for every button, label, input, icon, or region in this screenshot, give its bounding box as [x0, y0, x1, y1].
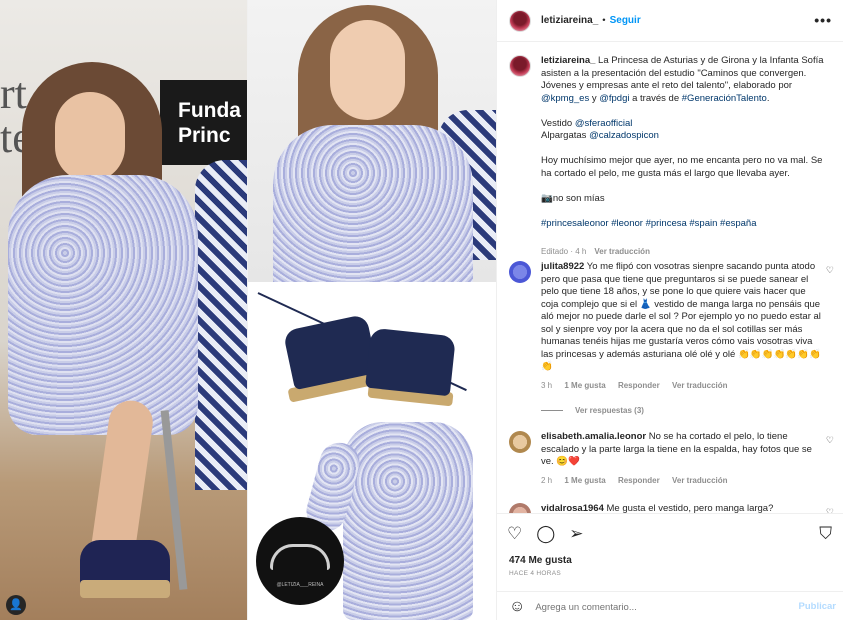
post-panel: letiziareina_ • Seguir ••• letiziareina_… — [496, 0, 843, 620]
banner-text: Funda Princ — [178, 99, 241, 147]
caption-username[interactable]: letiziareina_ — [541, 55, 595, 66]
separator-dot: • — [602, 15, 606, 26]
see-translation-link[interactable]: Ver traducción — [594, 247, 650, 256]
mention-link[interactable]: @sferaofficial — [575, 118, 633, 129]
comment-username[interactable]: vidalrosa1964 — [541, 503, 604, 513]
comment-avatar[interactable] — [509, 503, 531, 513]
translate-button[interactable]: Ver traducción — [672, 381, 728, 390]
person-right — [195, 160, 247, 490]
avatar[interactable] — [509, 9, 531, 32]
follow-button[interactable]: Seguir — [610, 15, 641, 26]
caption-meta: Editado · 4 h Ver traducción — [541, 247, 650, 256]
comments-scroll[interactable]: letiziareina_ La Princesa de Asturias y … — [497, 43, 843, 513]
edited-label: Editado · 4 h — [541, 247, 587, 256]
comment-meta: 3 h 1 Me gusta Responder Ver traducción — [541, 381, 738, 390]
action-icons: ♡ ◯ ➢ — [507, 522, 584, 546]
comment-time: 3 h — [541, 381, 553, 390]
like-comment-icon[interactable]: ♡ — [826, 265, 834, 276]
comment-text: elisabeth.amalia.leonor No se ha cortado… — [541, 431, 823, 469]
post-time: HACE 4 HORAS — [509, 570, 562, 577]
view-replies-label: Ver respuestas (3) — [575, 406, 644, 415]
mention-link[interactable]: @fpdgi — [599, 93, 629, 104]
likes-count[interactable]: 474 Me gusta — [509, 555, 572, 566]
reply-button[interactable]: Responder — [618, 381, 660, 390]
comment-likes[interactable]: 1 Me gusta — [564, 381, 605, 390]
post-actions: ♡ ◯ ➢ ⛉ 474 Me gusta HACE 4 HORAS ☺ Publ… — [497, 513, 843, 620]
bookmark-icon[interactable]: ⛉ — [819, 522, 832, 546]
comment-bubble-icon[interactable]: ◯ — [536, 522, 555, 546]
photo-princess-portrait — [248, 0, 496, 282]
comment-username[interactable]: elisabeth.amalia.leonor — [541, 431, 646, 442]
reply-button[interactable]: Responder — [618, 476, 660, 485]
view-replies-button[interactable]: Ver respuestas (3) — [541, 406, 644, 415]
translate-button[interactable]: Ver traducción — [672, 476, 728, 485]
more-options-icon[interactable]: ••• — [814, 12, 832, 28]
comment-body: Me gusta el vestido, pero manga larga? — [603, 503, 774, 513]
dress — [273, 125, 473, 282]
emoji-icon[interactable]: ☺ — [509, 598, 525, 616]
caption-avatar[interactable] — [509, 55, 531, 77]
face — [55, 92, 125, 182]
like-heart-icon[interactable]: ♡ — [507, 522, 522, 546]
comment-meta: 2 h 1 Me gusta Responder Ver traducción — [541, 476, 738, 485]
comment-username[interactable]: julita8922 — [541, 261, 584, 272]
product-dress — [302, 422, 473, 620]
tiara-icon — [270, 544, 330, 570]
mention-link[interactable]: @calzadospicon — [589, 130, 659, 141]
mention-link[interactable]: @kpmg_es — [541, 93, 589, 104]
caption-text-part: a través de — [629, 92, 682, 104]
face — [330, 20, 405, 120]
post-media[interactable]: rt te Funda Princ @LETIZIA___REINA 👤 — [0, 0, 496, 620]
comment-avatar[interactable] — [509, 431, 531, 453]
like-comment-icon[interactable]: ♡ — [826, 435, 834, 446]
caption-text-part: Hoy muchísimo mejor que ayer, no me enca… — [541, 155, 823, 204]
comment-time: 2 h — [541, 476, 553, 485]
dress — [8, 175, 198, 435]
caption-text: letiziareina_ La Princesa de Asturias y … — [541, 55, 833, 230]
share-send-icon[interactable]: ➢ — [569, 522, 583, 546]
comment-text: vidalrosa1964 Me gusta el vestido, pero … — [541, 503, 823, 513]
header-username[interactable]: letiziareina_ — [541, 15, 598, 26]
comment-avatar[interactable] — [509, 261, 531, 283]
publish-button[interactable]: Publicar — [799, 601, 837, 612]
comment-likes[interactable]: 1 Me gusta — [564, 476, 605, 485]
replies-line — [541, 410, 563, 411]
comment-body: Yo me flipó con vosotras sienpre sacando… — [541, 261, 821, 372]
photo-espadrilles — [248, 282, 496, 422]
espadrille-sole — [80, 580, 170, 598]
hashtag-link[interactable]: #GeneraciónTalento — [682, 93, 767, 104]
tiara-caption: @LETIZIA___REINA — [276, 582, 324, 588]
tagged-user-icon[interactable]: 👤 — [6, 595, 26, 615]
comment-input[interactable] — [535, 601, 776, 613]
photo-dress-product: @LETIZIA___REINA — [248, 422, 496, 620]
shoe-right — [365, 327, 456, 397]
photo-princess-seated: rt te Funda Princ — [0, 0, 247, 620]
post-header: letiziareina_ • Seguir ••• — [497, 0, 843, 42]
comment-text: julita8922 Yo me flipó con vosotras sien… — [541, 261, 823, 374]
hashtags-link[interactable]: #princesaleonor #leonor #princesa #spain… — [541, 218, 757, 229]
caption-text-part: Alpargatas — [541, 130, 587, 141]
caption-text-part: y — [589, 92, 600, 104]
comment-bar: ☺ Publicar — [497, 591, 843, 620]
